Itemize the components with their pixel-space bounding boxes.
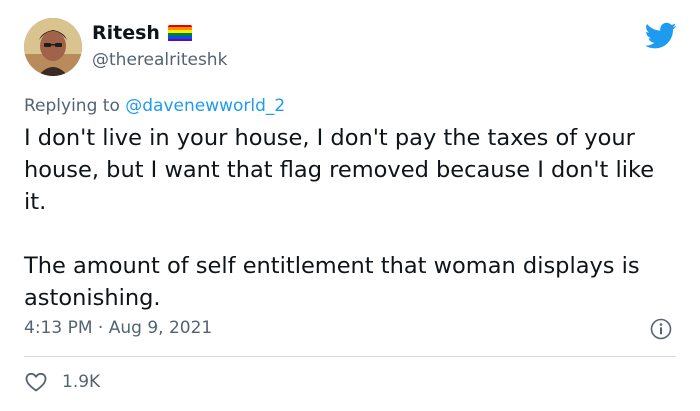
tweet-time: 4:13 PM bbox=[24, 318, 93, 338]
heart-icon bbox=[25, 372, 47, 392]
like-count: 1.9K bbox=[62, 372, 101, 392]
avatar[interactable] bbox=[24, 18, 82, 76]
tweet-paragraph-1: I don't live in your house, I don't pay … bbox=[24, 125, 655, 215]
twitter-bird-icon[interactable] bbox=[645, 22, 677, 50]
author-name-row: Ritesh bbox=[92, 22, 192, 44]
tweet-date: Aug 9, 2021 bbox=[108, 318, 213, 338]
reply-mention-link[interactable]: @davenewworld_2 bbox=[125, 96, 285, 116]
avatar-photo bbox=[24, 18, 82, 76]
meta-separator: · bbox=[97, 318, 104, 338]
tweet-paragraph-2: The amount of self entitlement that woma… bbox=[24, 253, 640, 311]
display-name[interactable]: Ritesh bbox=[92, 22, 160, 44]
user-handle[interactable]: @therealriteshk bbox=[92, 50, 227, 70]
rainbow-flag-icon bbox=[167, 24, 192, 42]
replying-to-label: Replying to bbox=[24, 96, 120, 116]
tweet-timestamp[interactable]: 4:13 PM · Aug 9, 2021 bbox=[24, 318, 212, 338]
info-icon[interactable] bbox=[650, 318, 672, 340]
tweet-text: I don't live in your house, I don't pay … bbox=[24, 122, 674, 314]
replying-to: Replying to @davenewworld_2 bbox=[24, 96, 285, 116]
like-button[interactable]: 1.9K bbox=[24, 370, 100, 394]
tweet-card: Ritesh @therealriteshk Replying to @dave… bbox=[0, 0, 700, 411]
divider bbox=[24, 356, 676, 357]
